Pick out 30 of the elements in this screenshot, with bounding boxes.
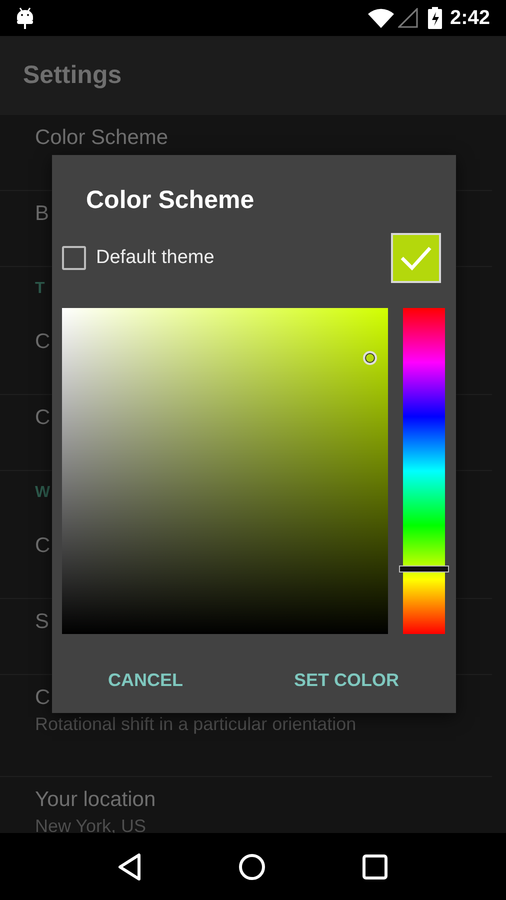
home-icon[interactable] [238,852,266,880]
android-icon [16,6,34,30]
signal-icon [398,8,418,28]
setting-title[interactable]: Your location [35,787,156,813]
section-header: W [35,483,50,503]
clock-time: 2:42 [450,6,490,30]
picker-handle[interactable] [362,350,377,365]
hue-handle[interactable] [400,566,448,572]
dialog-button[interactable]: CANCEL [108,664,183,697]
section-header: T [35,279,45,299]
battery-icon [428,7,442,29]
checkbox-label[interactable]: Default theme [96,247,214,269]
back-icon[interactable] [118,852,142,880]
checkmark-icon [399,245,433,271]
recents-icon[interactable] [362,854,388,880]
setting-title[interactable]: C [35,533,50,559]
setting-title[interactable]: Color Scheme [35,125,168,151]
setting-title[interactable]: S [35,609,50,635]
setting-summary: Rotational shift in a particular orientation [35,713,356,735]
wifi-icon [368,8,394,28]
page-title: Settings [23,61,122,90]
dialog-title: Color Scheme [86,185,254,215]
checkbox[interactable] [62,246,86,270]
setting-title[interactable]: B [35,201,50,227]
dialog-button[interactable]: SET COLOR [294,664,399,697]
setting-title[interactable]: C [35,685,50,711]
setting-title[interactable]: C [35,405,50,431]
setting-title[interactable]: C [35,329,50,355]
setting-summary: New York, US [35,815,146,837]
saturation-brightness-picker[interactable] [62,308,388,634]
